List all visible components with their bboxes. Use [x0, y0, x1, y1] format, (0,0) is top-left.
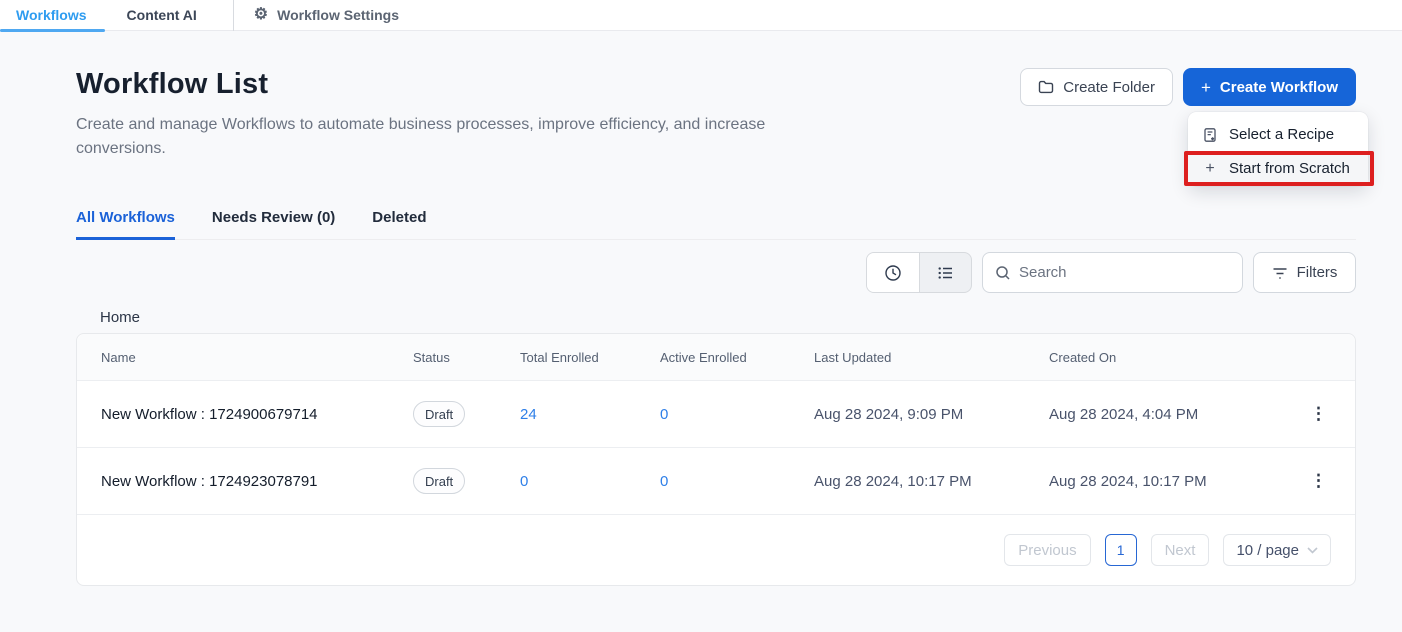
column-header-total-enrolled: Total Enrolled	[520, 350, 660, 365]
page-title: Workflow List	[76, 68, 821, 101]
column-header-active-enrolled: Active Enrolled	[660, 350, 814, 365]
page-size-label: 10 / page	[1236, 542, 1299, 559]
workflow-tabs: All Workflows Needs Review (0) Deleted	[76, 201, 1356, 240]
row-kebab-menu-icon[interactable]: ⋮	[1302, 467, 1336, 495]
table-header-row: Name Status Total Enrolled Active Enroll…	[77, 334, 1355, 381]
topnav-tab-label: Content AI	[127, 7, 197, 23]
column-header-last-updated: Last Updated	[814, 350, 1049, 365]
topnav-divider	[233, 0, 234, 31]
page-subtitle: Create and manage Workflows to automate …	[76, 113, 821, 161]
menu-item-start-from-scratch[interactable]: + Start from Scratch	[1188, 153, 1368, 184]
filters-button[interactable]: Filters	[1253, 252, 1356, 293]
topnav-tab-label: Workflows	[16, 7, 87, 23]
workflow-settings-label: Workflow Settings	[277, 7, 399, 23]
filters-label: Filters	[1297, 264, 1338, 281]
create-folder-label: Create Folder	[1063, 79, 1155, 96]
pagination: Previous 1 Next 10 / page	[77, 515, 1355, 585]
page-number-button[interactable]: 1	[1105, 534, 1137, 566]
menu-item-label: Select a Recipe	[1229, 126, 1334, 143]
active-enrolled-link[interactable]: 0	[660, 473, 814, 490]
create-workflow-button[interactable]: + Create Workflow	[1183, 68, 1356, 106]
page-header: Workflow List Create and manage Workflow…	[76, 68, 1356, 161]
tab-label: All Workflows	[76, 209, 175, 226]
search-icon	[995, 265, 1011, 281]
tab-label: Deleted	[372, 209, 426, 226]
next-page-button[interactable]: Next	[1151, 534, 1210, 566]
page-size-selector[interactable]: 10 / page	[1223, 534, 1331, 566]
list-view-toggle[interactable]	[919, 253, 971, 292]
folder-icon	[1038, 79, 1054, 95]
tab-all-workflows[interactable]: All Workflows	[76, 201, 175, 239]
search-box	[982, 252, 1243, 293]
workflow-table: Name Status Total Enrolled Active Enroll…	[76, 333, 1356, 586]
create-workflow-menu: Select a Recipe + Start from Scratch	[1188, 112, 1368, 186]
top-navigation: Workflows Content AI ⚙ Workflow Settings	[0, 0, 1402, 31]
total-enrolled-link[interactable]: 0	[520, 473, 660, 490]
create-workflow-label: Create Workflow	[1220, 79, 1338, 96]
created-on-value: Aug 28 2024, 10:17 PM	[1049, 473, 1302, 490]
list-toolbar: Filters	[76, 252, 1356, 293]
column-header-status: Status	[413, 350, 520, 365]
list-icon	[937, 264, 955, 282]
create-folder-button[interactable]: Create Folder	[1020, 68, 1173, 106]
workflow-name[interactable]: New Workflow : 1724900679714	[101, 406, 413, 423]
tab-needs-review[interactable]: Needs Review (0)	[212, 201, 335, 239]
topnav-workflow-settings[interactable]: ⚙ Workflow Settings	[254, 7, 399, 23]
chevron-down-icon	[1307, 547, 1318, 554]
topnav-tab-workflows[interactable]: Workflows	[8, 0, 95, 31]
total-enrolled-link[interactable]: 24	[520, 406, 660, 423]
recipe-icon	[1202, 127, 1218, 143]
created-on-value: Aug 28 2024, 4:04 PM	[1049, 406, 1302, 423]
status-badge: Draft	[413, 468, 465, 494]
previous-page-button[interactable]: Previous	[1004, 534, 1090, 566]
last-updated-value: Aug 28 2024, 10:17 PM	[814, 473, 1049, 490]
menu-item-label: Start from Scratch	[1229, 160, 1350, 177]
row-kebab-menu-icon[interactable]: ⋮	[1302, 400, 1336, 428]
workflow-name[interactable]: New Workflow : 1724923078791	[101, 473, 413, 490]
filter-icon	[1272, 266, 1288, 280]
table-row[interactable]: New Workflow : 1724923078791 Draft 0 0 A…	[77, 448, 1355, 515]
active-enrolled-link[interactable]: 0	[660, 406, 814, 423]
status-badge: Draft	[413, 401, 465, 427]
title-block: Workflow List Create and manage Workflow…	[76, 68, 821, 161]
topnav-tab-content-ai[interactable]: Content AI	[119, 0, 205, 31]
plus-icon: +	[1202, 160, 1218, 178]
clock-icon	[884, 264, 902, 282]
header-actions: Create Folder + Create Workflow Sele	[1020, 68, 1356, 106]
column-header-name: Name	[101, 350, 413, 365]
last-updated-value: Aug 28 2024, 9:09 PM	[814, 406, 1049, 423]
plus-icon: +	[1201, 79, 1211, 96]
search-input[interactable]	[1019, 264, 1230, 281]
breadcrumb[interactable]: Home	[76, 309, 1356, 326]
column-header-created-on: Created On	[1049, 350, 1302, 365]
tab-deleted[interactable]: Deleted	[372, 201, 426, 239]
menu-item-select-recipe[interactable]: Select a Recipe	[1188, 116, 1368, 153]
table-row[interactable]: New Workflow : 1724900679714 Draft 24 0 …	[77, 381, 1355, 448]
history-view-toggle[interactable]	[867, 253, 919, 292]
tab-label: Needs Review (0)	[212, 209, 335, 226]
view-toggle-group	[866, 252, 972, 293]
gear-icon: ⚙	[254, 7, 268, 23]
